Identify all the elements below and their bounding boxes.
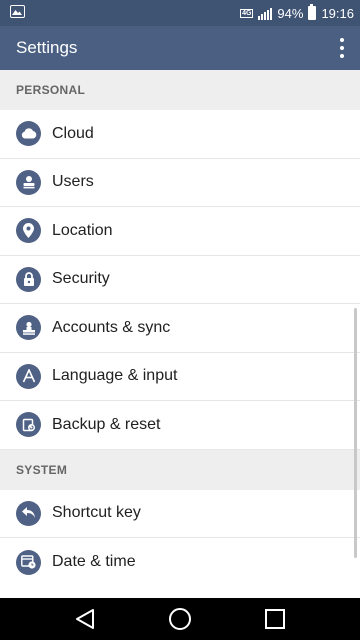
section-header-personal: PERSONAL [0, 70, 360, 110]
accounts-icon [16, 315, 41, 341]
recents-square-icon [265, 609, 285, 629]
scrollbar[interactable] [354, 308, 357, 558]
cloud-icon [16, 121, 41, 147]
network-type-badge: 4G [240, 8, 254, 18]
page-title: Settings [16, 38, 78, 57]
settings-item-location[interactable]: Location [0, 207, 360, 256]
settings-item-accounts-sync[interactable]: Accounts & sync [0, 304, 360, 353]
back-triangle-icon [76, 609, 94, 629]
settings-item-label: Shortcut key [52, 504, 141, 522]
recents-button[interactable] [263, 607, 287, 631]
home-button[interactable] [168, 607, 192, 631]
back-button[interactable] [73, 607, 97, 631]
gallery-notification-icon [10, 5, 25, 18]
signal-icon [258, 7, 273, 20]
more-vert-icon[interactable] [338, 38, 346, 58]
clock: 19:16 [321, 5, 354, 21]
users-icon [16, 169, 41, 195]
location-pin-icon [16, 218, 41, 244]
settings-list: PERSONAL Cloud Users Location Security A… [0, 70, 360, 598]
home-circle-icon [169, 608, 191, 630]
settings-item-label: Date & time [52, 553, 136, 571]
settings-item-label: Security [52, 270, 110, 288]
settings-item-label: Cloud [52, 124, 94, 142]
shortcut-arrow-icon [16, 500, 41, 526]
settings-item-date-time[interactable]: Date & time [0, 538, 360, 587]
status-indicators: 4G 94% 19:16 [240, 0, 354, 26]
settings-item-language-input[interactable]: Language & input [0, 352, 360, 401]
settings-item-label: Users [52, 173, 94, 191]
navigation-bar [0, 598, 360, 640]
settings-item-security[interactable]: Security [0, 255, 360, 304]
battery-percent: 94% [277, 5, 304, 21]
app-bar: Settings [0, 26, 360, 70]
settings-item-backup-reset[interactable]: Backup & reset [0, 401, 360, 450]
settings-item-shortcut-key[interactable]: Shortcut key [0, 489, 360, 538]
language-icon [16, 363, 41, 389]
section-header-system: SYSTEM [0, 449, 360, 490]
settings-screen: 4G 94% 19:16 Settings PERSONAL Cloud Use… [0, 0, 360, 640]
status-bar: 4G 94% 19:16 [0, 0, 360, 26]
settings-item-label: Location [52, 221, 113, 239]
settings-item-label: Language & input [52, 367, 178, 385]
settings-item-users[interactable]: Users [0, 158, 360, 207]
settings-item-label: Accounts & sync [52, 318, 171, 336]
settings-item-label: Backup & reset [52, 415, 161, 433]
battery-icon [308, 4, 317, 20]
settings-item-cloud[interactable]: Cloud [0, 110, 360, 159]
calendar-clock-icon [16, 549, 41, 575]
lock-icon [16, 266, 41, 292]
backup-icon [16, 412, 41, 438]
